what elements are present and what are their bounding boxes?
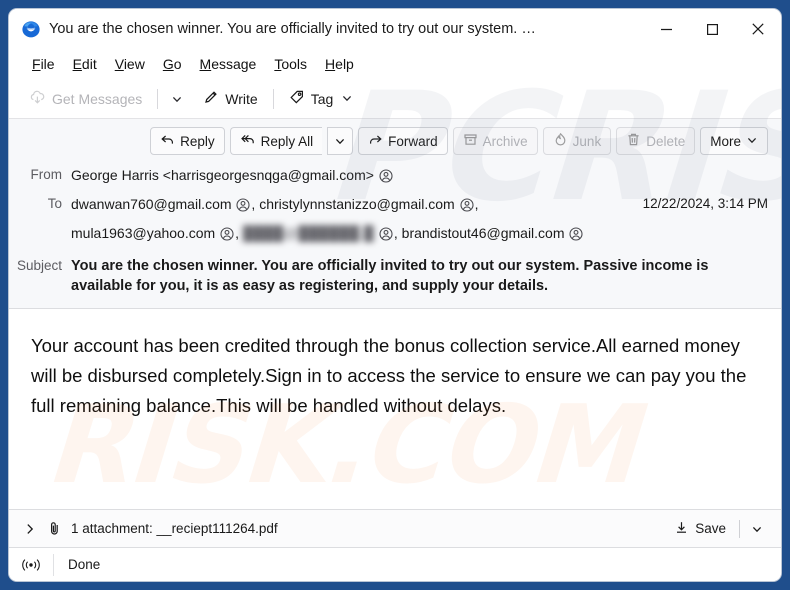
save-dropdown[interactable] (745, 520, 769, 538)
reply-all-label: Reply All (260, 133, 314, 149)
minimize-button[interactable] (643, 9, 689, 49)
archive-label: Archive (482, 133, 528, 149)
contact-icon[interactable] (220, 226, 234, 246)
flame-icon (553, 132, 568, 150)
thunderbird-message-window: You are the chosen winner. You are offic… (9, 9, 781, 581)
write-button[interactable]: Write (195, 85, 265, 112)
maximize-button[interactable] (689, 9, 735, 49)
download-icon (674, 520, 689, 538)
menu-edit[interactable]: Edit (64, 53, 106, 75)
subject-value: You are the chosen winner. You are offic… (71, 258, 709, 294)
menu-message[interactable]: Message (191, 53, 266, 75)
from-address: George Harris <harrisgeorgesnqga@gmail.c… (71, 167, 374, 183)
menu-tools[interactable]: Tools (265, 53, 316, 75)
pencil-icon (203, 89, 219, 108)
reply-arrow-icon (160, 132, 175, 150)
get-messages-button[interactable]: Get Messages (21, 85, 150, 113)
tag-icon (289, 89, 305, 108)
message-header-pane: PCRISK Reply (9, 61, 781, 309)
message-body-text: Your account has been credited through t… (31, 335, 747, 416)
more-button[interactable]: More (700, 127, 768, 155)
contact-icon[interactable] (460, 197, 474, 217)
tag-dropdown-icon[interactable] (341, 91, 353, 107)
attachment-label[interactable]: 1 attachment: __reciept111264.pdf (71, 521, 666, 536)
tag-button[interactable]: Tag (281, 85, 362, 112)
more-label: More (710, 133, 741, 149)
to-recipients-line-1[interactable]: dwanwan760@gmail.com , christylynnstaniz… (71, 192, 633, 217)
download-cloud-icon (29, 89, 46, 109)
recipient-3[interactable]: mula1963@yahoo.com , (71, 225, 239, 241)
archive-button[interactable]: Archive (452, 127, 538, 155)
forward-button[interactable]: Forward (358, 127, 448, 155)
status-bar: Done (9, 547, 781, 581)
forward-label: Forward (388, 133, 438, 149)
thunderbird-icon (22, 20, 40, 38)
contact-icon[interactable] (569, 226, 583, 246)
message-body-pane: RISK.COM Your account has been credited … (9, 309, 781, 509)
to-label-spacer (9, 221, 71, 223)
delete-button[interactable]: Delete (616, 127, 696, 155)
save-attachment-button[interactable]: Save (666, 517, 734, 541)
recipient-5[interactable]: brandistout46@gmail.com (402, 225, 585, 241)
attachment-bar: 1 attachment: __reciept111264.pdf Save (9, 509, 781, 547)
recipient-1[interactable]: dwanwan760@gmail.com , (71, 196, 255, 212)
from-label: From (30, 167, 63, 182)
message-date: 12/22/2024, 3:14 PM (642, 196, 768, 211)
reply-button[interactable]: Reply (150, 127, 225, 155)
expand-attachments-icon[interactable] (23, 520, 43, 538)
to-row-2: mula1963@yahoo.com , ████@██████.█ , bra… (9, 219, 781, 248)
junk-label: Junk (572, 133, 602, 149)
reply-label: Reply (180, 133, 215, 149)
tag-label: Tag (310, 90, 334, 107)
delete-label: Delete (646, 133, 686, 149)
menu-file[interactable]: File (23, 53, 64, 75)
archive-box-icon (463, 132, 478, 150)
close-button[interactable] (735, 9, 781, 49)
menu-bar: File Edit View Go Message Tools Help (9, 49, 781, 79)
from-value[interactable]: George Harris <harrisgeorgesnqga@gmail.c… (71, 163, 768, 188)
contact-icon[interactable] (236, 197, 250, 217)
to-row-1: To dwanwan760@gmail.com , christylynnsta… (9, 190, 781, 219)
trash-icon (626, 132, 641, 150)
get-messages-label: Get Messages (52, 90, 143, 107)
main-toolbar: Get Messages Write Tag (9, 79, 781, 119)
connection-icon[interactable] (9, 557, 53, 573)
get-messages-dropdown[interactable] (165, 89, 189, 109)
toolbar-divider-1 (157, 88, 159, 109)
subject-label: Subject (16, 258, 62, 273)
menu-help[interactable]: Help (316, 53, 363, 75)
toolbar-divider-2 (272, 88, 274, 109)
write-label: Write (225, 90, 258, 107)
reply-all-button[interactable]: Reply All (229, 127, 323, 155)
to-label: To (47, 196, 62, 211)
window-title: You are the chosen winner. You are offic… (49, 21, 536, 37)
paperclip-icon (47, 521, 62, 536)
to-recipients-line-2[interactable]: mula1963@yahoo.com , ████@██████.█ , bra… (71, 221, 768, 246)
junk-button[interactable]: Junk (542, 127, 612, 155)
message-action-bar: Reply Reply All Forward Archive Junk Del… (9, 119, 781, 161)
contact-icon[interactable] (379, 168, 393, 188)
chevron-down-icon (746, 134, 758, 149)
recipient-2[interactable]: christylynnstanizzo@gmail.com , (259, 196, 478, 212)
forward-arrow-icon (368, 132, 383, 150)
recipient-4-redacted[interactable]: ████@██████.█ , (243, 225, 398, 241)
reply-all-dropdown[interactable] (327, 127, 354, 155)
from-row: From George Harris <harrisgeorgesnqga@gm… (9, 161, 781, 190)
save-divider (739, 519, 740, 538)
save-label: Save (695, 521, 726, 536)
menu-go[interactable]: Go (154, 53, 191, 75)
status-text: Done (68, 557, 101, 572)
subject-row: Subject You are the chosen winner. You a… (9, 248, 781, 298)
menu-view[interactable]: View (106, 53, 154, 75)
title-bar: You are the chosen winner. You are offic… (9, 9, 781, 49)
contact-icon[interactable] (379, 226, 393, 246)
reply-all-arrow-icon (240, 132, 256, 150)
